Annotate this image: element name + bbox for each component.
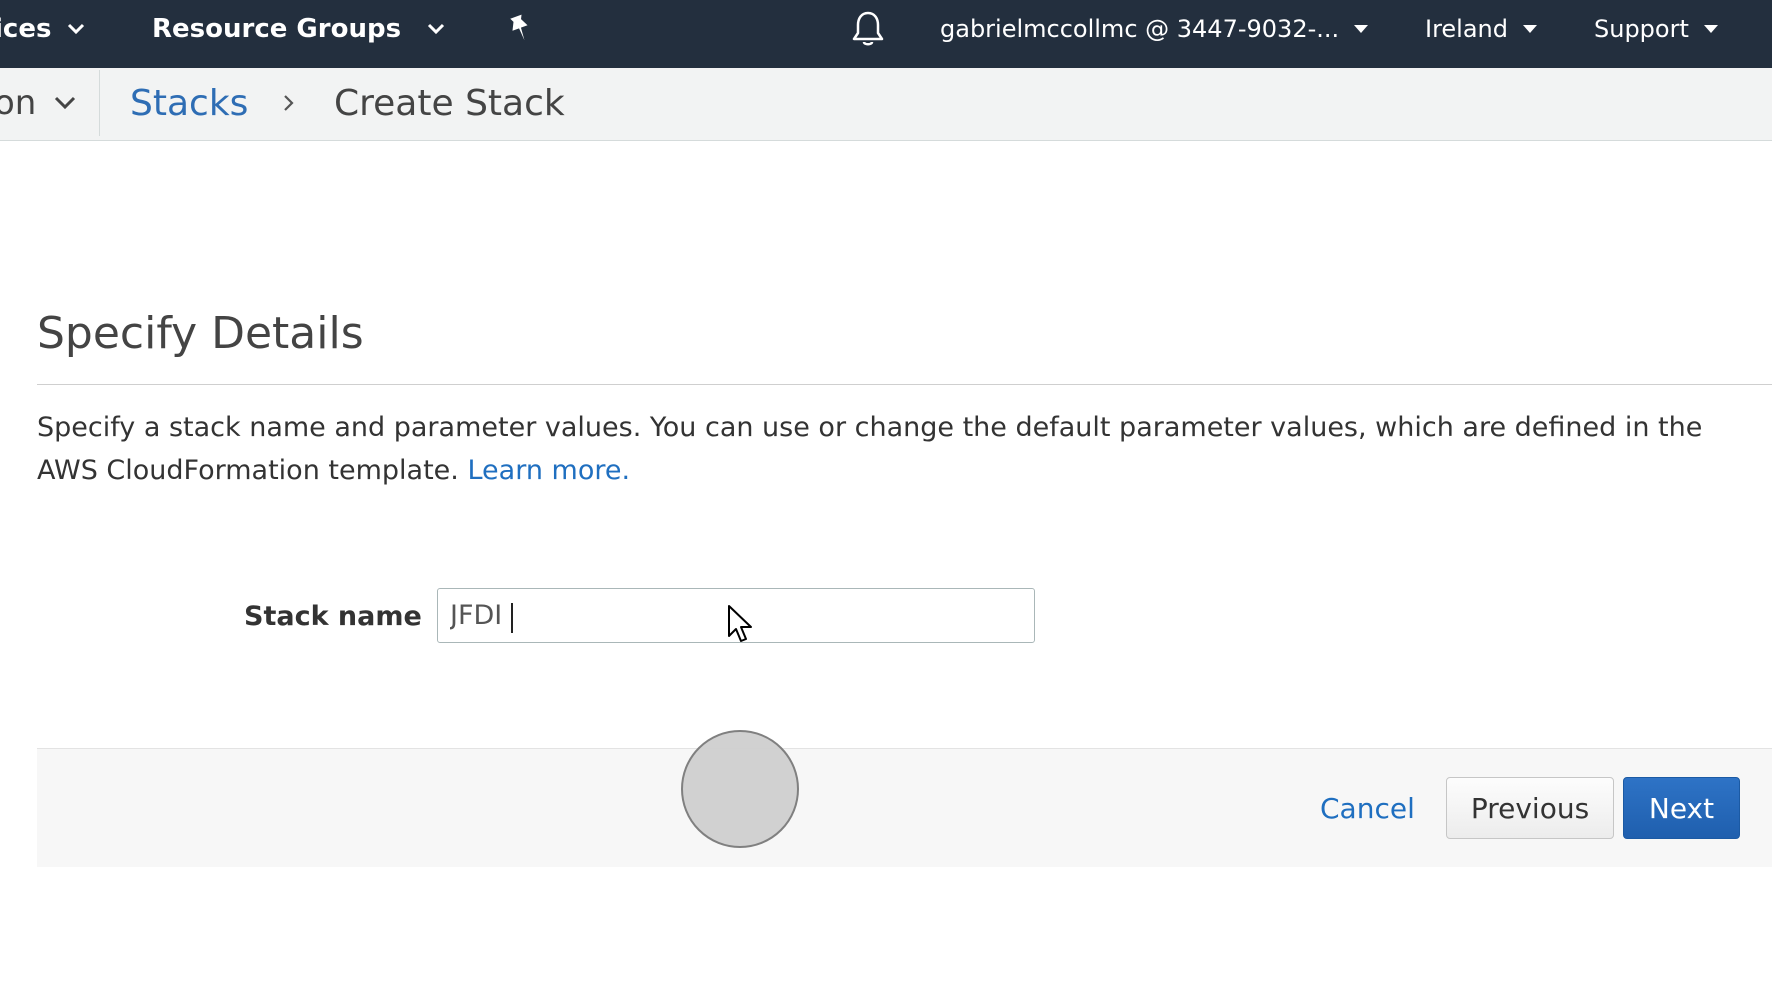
mouse-pointer-icon (728, 605, 752, 642)
breadcrumb: on Stacks Create Stack (0, 68, 1772, 141)
chevron-down-icon (55, 96, 76, 110)
notifications-button[interactable] (850, 0, 886, 58)
service-switcher[interactable]: on (0, 68, 76, 138)
services-menu[interactable]: ices (0, 0, 85, 58)
services-label: ices (0, 14, 52, 44)
description-text: Specify a stack name and parameter value… (37, 412, 1703, 486)
click-indicator (681, 730, 799, 848)
chevron-down-icon (68, 23, 85, 35)
pin-button[interactable] (506, 0, 534, 58)
account-label: gabrielmccollmc @ 3447-9032-... (940, 15, 1340, 43)
divider (37, 384, 1772, 385)
resource-groups-label: Resource Groups (152, 14, 402, 44)
bell-icon (852, 11, 884, 46)
chevron-down-icon (427, 23, 445, 35)
caret-down-icon (1354, 25, 1369, 33)
page-description: Specify a stack name and parameter value… (37, 406, 1737, 492)
breadcrumb-current-page: Create Stack (334, 82, 565, 124)
region-label: Ireland (1425, 15, 1509, 43)
pin-icon (510, 14, 528, 41)
caret-down-icon (1703, 25, 1718, 33)
caret-down-icon (1523, 25, 1538, 33)
breadcrumb-stacks-link[interactable]: Stacks (130, 68, 248, 138)
support-label: Support (1594, 15, 1689, 43)
divider (99, 70, 100, 136)
cancel-button[interactable]: Cancel (1320, 788, 1415, 828)
page-title: Specify Details (37, 308, 364, 359)
learn-more-link[interactable]: Learn more. (467, 455, 630, 486)
account-menu[interactable]: gabrielmccollmc @ 3447-9032-... (940, 0, 1369, 58)
previous-button[interactable]: Previous (1446, 777, 1614, 839)
service-switcher-label: on (0, 83, 37, 123)
next-button[interactable]: Next (1623, 777, 1740, 839)
stack-name-label: Stack name (244, 601, 422, 632)
support-menu[interactable]: Support (1594, 0, 1719, 58)
top-navigation-bar: ices Resource Groups gabrielmccollmc @ 3… (0, 0, 1772, 68)
region-menu[interactable]: Ireland (1425, 0, 1538, 58)
breadcrumb-separator-icon (282, 68, 296, 138)
text-caret (511, 603, 513, 633)
resource-groups-menu[interactable]: Resource Groups (152, 0, 445, 58)
